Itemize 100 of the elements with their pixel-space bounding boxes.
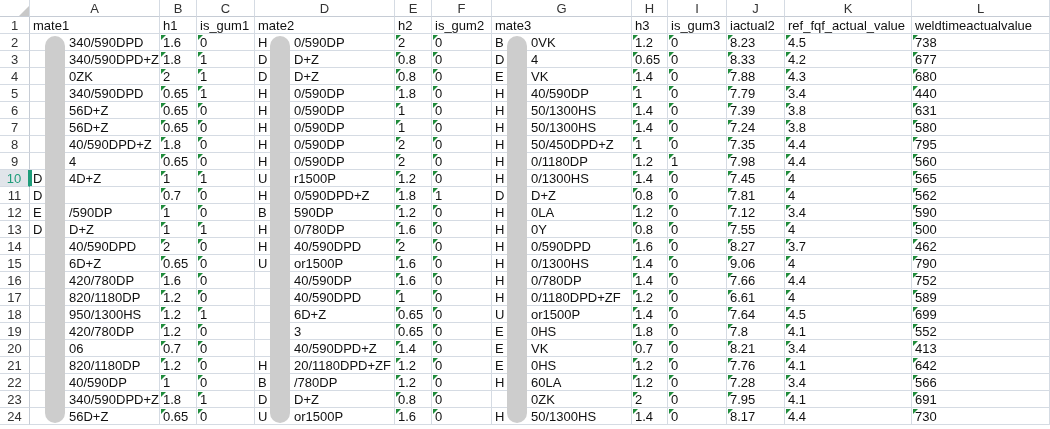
number-as-text-marker [728,35,733,40]
cell-text: 06 [69,340,84,356]
row-header[interactable]: 21 [0,357,30,374]
cell-text: 40/590DPD [294,289,362,305]
row-header[interactable]: 18 [0,306,30,323]
cell-text: 56D+Z [69,119,109,135]
row-header[interactable]: 24 [0,408,30,425]
table-cell: 0.65 [160,102,197,119]
table-cell: 0 [432,153,492,170]
table-cell: 3.8 [785,102,912,119]
number-as-text-marker [198,69,203,74]
number-as-text-marker [633,69,638,74]
table-cell: 0 [432,34,492,51]
table-cell: 1 [395,289,432,306]
number-as-text-marker [433,222,438,227]
number-as-text-marker [198,35,203,40]
row-header[interactable]: 17 [0,289,30,306]
number-as-text-marker [161,171,166,176]
corner-triangle-icon[interactable] [19,6,29,16]
number-as-text-marker [161,120,166,125]
row-header[interactable]: 15 [0,255,30,272]
table-cell: 0 [432,85,492,102]
cell-text: U [258,408,268,424]
row-header[interactable]: 9 [0,153,30,170]
table-cell: 2 [160,238,197,255]
column-header[interactable]: C [197,0,255,17]
number-as-text-marker [913,103,918,108]
table-cell: 0 [432,136,492,153]
column-header[interactable]: I [668,0,727,17]
cell-text: H [495,153,505,169]
column-header[interactable]: A [30,0,160,17]
cell-text: /780DP [294,374,338,390]
table-cell: 4 [785,289,912,306]
table-cell: 1.2 [160,357,197,374]
cell-text: H [495,255,505,271]
column-header[interactable]: H [632,0,668,17]
cell-text: H [495,136,505,152]
row-header[interactable]: 5 [0,85,30,102]
column-header[interactable]: L [912,0,1050,17]
number-as-text-marker [396,375,401,380]
row-header[interactable]: 6 [0,102,30,119]
column-header[interactable]: G [492,0,632,17]
cell-text: D [258,391,268,407]
column-header[interactable]: B [160,0,197,17]
row-header[interactable]: 3 [0,51,30,68]
row-header[interactable]: 16 [0,272,30,289]
row-header[interactable]: 7 [0,119,30,136]
table-cell: 7.66 [727,272,785,289]
number-as-text-marker [433,409,438,414]
column-header[interactable]: K [785,0,912,17]
column-header[interactable]: J [727,0,785,17]
number-as-text-marker [396,188,401,193]
table-cell: is_gum1 [197,17,255,34]
table-cell: 0 [197,255,255,272]
table-cell: 4.4 [785,408,912,425]
number-as-text-marker [198,52,203,57]
cell-text: 60LA [531,374,562,390]
table-cell: 1.2 [632,357,668,374]
table-cell: 1.6 [632,238,668,255]
table-cell: 1.2 [632,153,668,170]
number-as-text-marker [669,290,674,295]
number-as-text-marker [728,290,733,295]
row-header[interactable]: 4 [0,68,30,85]
cell-text: 56D+Z [69,408,109,424]
table-cell: 1.2 [395,357,432,374]
row-header[interactable]: 23 [0,391,30,408]
table-cell: 0 [197,119,255,136]
cell-text: 40/590DPD [294,238,362,254]
row-header[interactable]: 11 [0,187,30,204]
number-as-text-marker [786,35,791,40]
number-as-text-marker [913,137,918,142]
row-header[interactable]: 20 [0,340,30,357]
cell-text: H [258,119,268,135]
table-cell: 1.4 [632,102,668,119]
row-header[interactable]: 12 [0,204,30,221]
cell-text: 6D+Z [69,255,102,271]
number-as-text-marker [913,35,918,40]
row-header[interactable]: 2 [0,34,30,51]
number-as-text-marker [433,341,438,346]
column-header[interactable]: F [432,0,492,17]
column-header[interactable]: E [395,0,432,17]
number-as-text-marker [161,324,166,329]
table-cell: 560 [912,153,1050,170]
table-cell: 790 [912,255,1050,272]
number-as-text-marker [433,35,438,40]
row-header[interactable]: 14 [0,238,30,255]
number-as-text-marker [786,375,791,380]
number-as-text-marker [669,137,674,142]
row-header[interactable]: 22 [0,374,30,391]
row-header[interactable]: 1 [0,17,30,34]
number-as-text-marker [433,188,438,193]
column-header[interactable]: D [255,0,395,17]
table-cell: 1 [432,187,492,204]
table-cell: 1 [395,119,432,136]
number-as-text-marker [728,324,733,329]
number-as-text-marker [786,324,791,329]
row-header[interactable]: 19 [0,323,30,340]
row-header[interactable]: 13 [0,221,30,238]
row-header[interactable]: 8 [0,136,30,153]
number-as-text-marker [161,256,166,261]
